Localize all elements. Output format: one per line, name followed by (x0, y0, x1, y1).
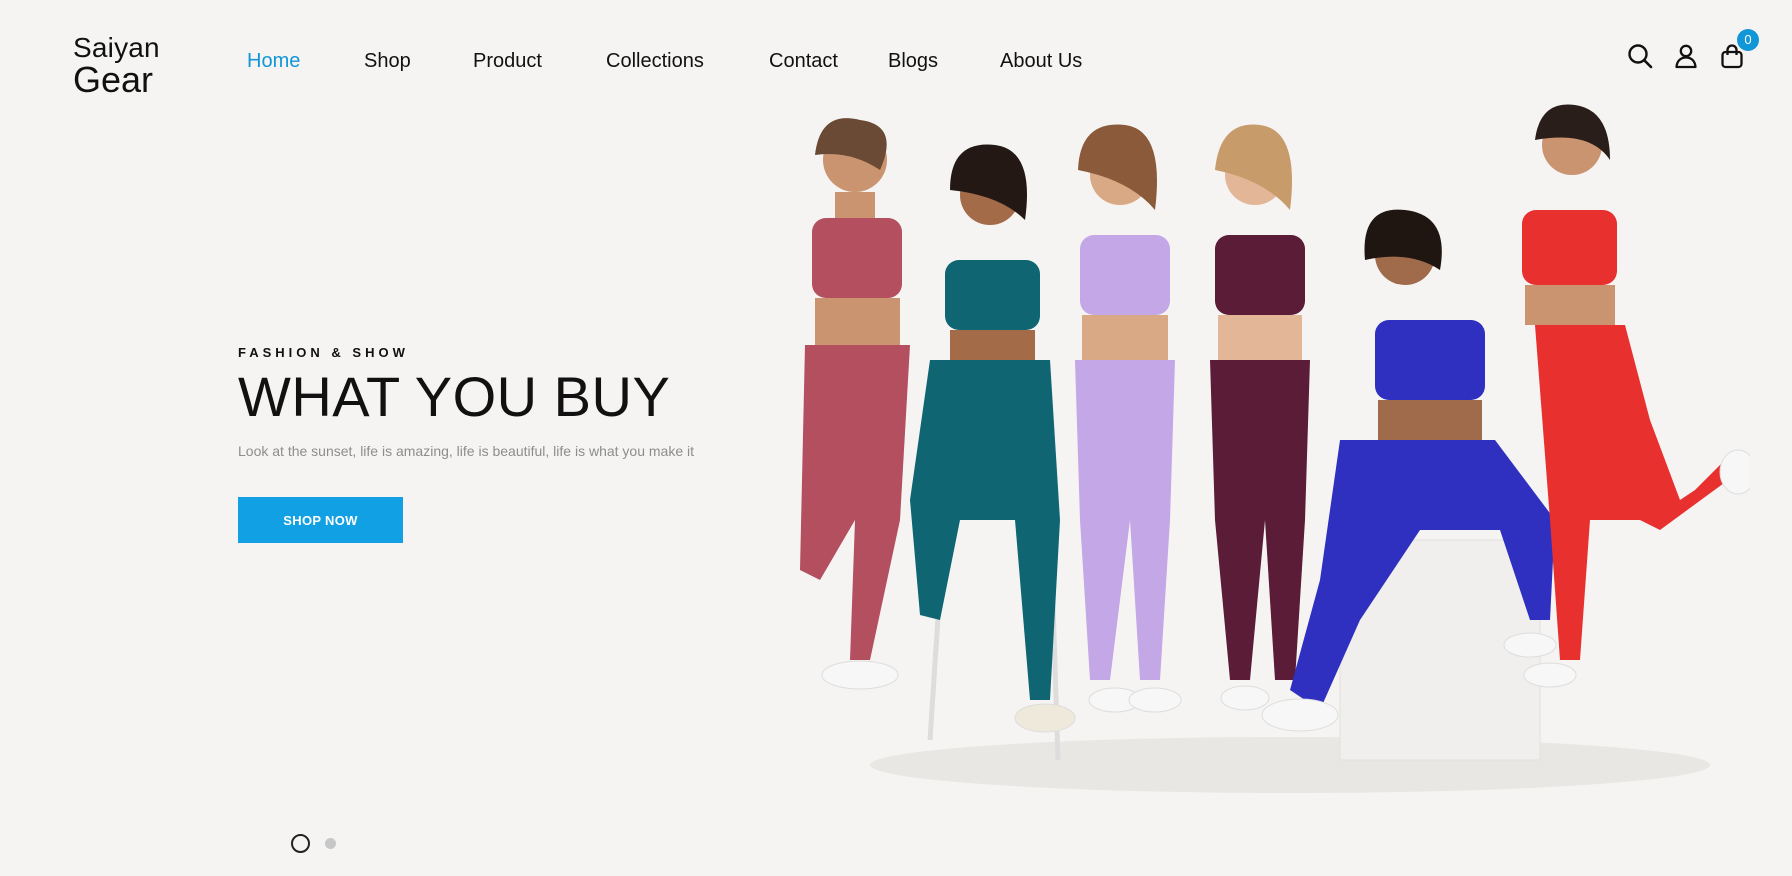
page: Saiyan Gear Home Shop Product Collection… (0, 0, 1792, 876)
hero-copy: FASHION & SHOW WHAT YOU BUY Look at the … (238, 345, 758, 459)
cart-count-badge: 0 (1737, 29, 1759, 51)
nav-item-contact[interactable]: Contact (769, 50, 838, 73)
hero-image-group-models (760, 100, 1750, 876)
nav-item-product[interactable]: Product (473, 50, 542, 73)
shop-now-button[interactable]: SHOP NOW (238, 497, 403, 543)
nav-item-shop[interactable]: Shop (364, 50, 411, 73)
hero-headline: WHAT YOU BUY (238, 365, 671, 428)
site-header: Saiyan Gear Home Shop Product Collection… (0, 0, 1792, 120)
hero-eyebrow: FASHION & SHOW (238, 345, 409, 360)
search-icon[interactable] (1626, 42, 1654, 70)
slider-dot[interactable] (325, 838, 336, 849)
brand-logo-line2: Gear (73, 59, 154, 100)
hero-tagline: Look at the sunset, life is amazing, lif… (238, 442, 695, 459)
nav-item-blogs[interactable]: Blogs (888, 50, 938, 73)
brand-logo[interactable]: Saiyan Gear (73, 34, 160, 98)
user-icon[interactable] (1672, 42, 1700, 70)
brand-logo-line1: Saiyan (73, 32, 160, 63)
nav-item-about-us[interactable]: About Us (1000, 50, 1082, 73)
slider-dot-active[interactable] (291, 834, 310, 853)
nav-item-collections[interactable]: Collections (606, 50, 704, 73)
nav-item-home[interactable]: Home (247, 50, 300, 73)
